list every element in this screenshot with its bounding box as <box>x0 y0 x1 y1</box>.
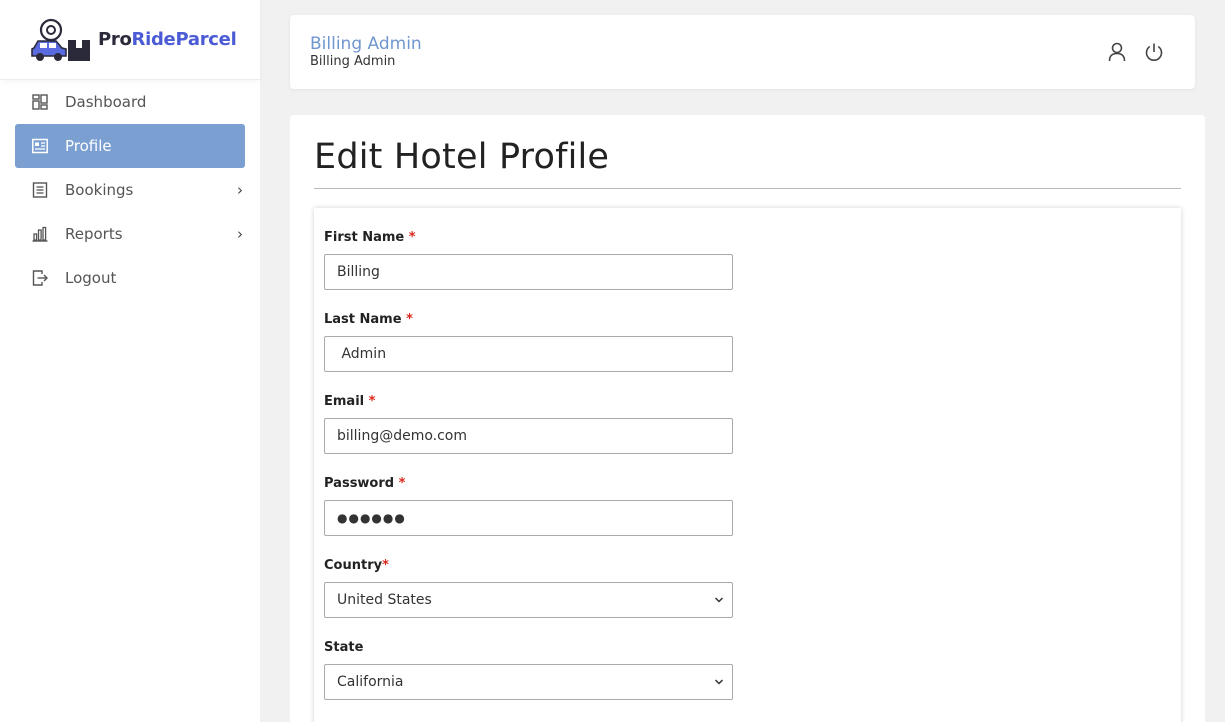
sidebar-item-label: Logout <box>65 269 117 287</box>
dashboard-icon <box>32 94 48 110</box>
first-name-group: First Name * <box>324 230 733 290</box>
sidebar-item-label: Dashboard <box>65 93 147 111</box>
bar-chart-icon <box>32 226 48 242</box>
chevron-down-icon <box>714 679 724 685</box>
main-card: Edit Hotel Profile First Name * Last Nam… <box>290 115 1205 722</box>
state-label-text: State <box>324 640 364 655</box>
profile-card-icon <box>32 138 48 154</box>
logo-icon <box>31 18 90 61</box>
sidebar-item-logout[interactable]: Logout <box>15 256 245 300</box>
last-name-label-text: Last Name <box>324 312 402 327</box>
chevron-right-icon: › <box>237 225 243 243</box>
last-name-group: Last Name * <box>324 312 733 372</box>
chevron-down-icon <box>714 597 724 603</box>
required-marker: * <box>368 394 376 409</box>
last-name-label: Last Name * <box>324 312 733 330</box>
email-group: Email * <box>324 394 733 454</box>
email-label: Email * <box>324 394 733 412</box>
brand-rideparcel: RideParcel <box>131 29 237 50</box>
list-icon <box>32 182 48 198</box>
sidebar-item-bookings[interactable]: Bookings › <box>15 168 245 212</box>
brand-pro: Pro <box>98 29 132 50</box>
divider <box>314 188 1181 189</box>
email-label-text: Email <box>324 394 365 409</box>
first-name-input[interactable] <box>324 254 733 290</box>
country-label-text: Country <box>324 558 383 573</box>
required-marker: * <box>398 476 406 491</box>
sidebar-item-label: Reports <box>65 225 123 243</box>
sidebar-item-dashboard[interactable]: Dashboard <box>15 80 245 124</box>
required-marker: * <box>382 558 389 573</box>
email-input[interactable] <box>324 418 733 454</box>
country-select-value: United States <box>337 592 432 608</box>
sidebar-item-profile[interactable]: Profile <box>15 124 245 168</box>
password-group: Password * ●●●●●● <box>324 476 733 536</box>
country-label: Country* <box>324 558 733 576</box>
first-name-label: First Name * <box>324 230 733 248</box>
password-label: Password * <box>324 476 733 494</box>
sidebar: ProRideParcel Dashboard Profile Bookings… <box>0 0 260 722</box>
state-group: State California <box>324 640 733 700</box>
header-subtitle: Billing Admin <box>310 54 396 69</box>
user-icon[interactable] <box>1106 41 1128 63</box>
state-label: State <box>324 640 733 658</box>
brand-name: ProRideParcel <box>98 29 237 50</box>
page-title: Edit Hotel Profile <box>314 137 610 177</box>
sidebar-item-label: Profile <box>65 137 112 155</box>
state-select[interactable]: California <box>324 664 733 700</box>
power-icon[interactable] <box>1143 41 1165 63</box>
top-header: Billing Admin Billing Admin <box>290 15 1195 89</box>
brand-logo[interactable]: ProRideParcel <box>0 0 260 80</box>
sidebar-item-label: Bookings <box>65 181 134 199</box>
profile-form: First Name * Last Name * Email * Passwor… <box>314 208 1181 722</box>
sidebar-item-reports[interactable]: Reports › <box>15 212 245 256</box>
country-group: Country* United States <box>324 558 733 618</box>
password-input[interactable]: ●●●●●● <box>324 500 733 536</box>
last-name-input[interactable] <box>324 336 733 372</box>
chevron-right-icon: › <box>237 181 243 199</box>
header-title: Billing Admin <box>310 34 422 54</box>
logout-icon <box>32 270 48 286</box>
required-marker: * <box>408 230 416 245</box>
first-name-label-text: First Name <box>324 230 405 245</box>
required-marker: * <box>406 312 413 327</box>
state-select-value: California <box>337 674 404 690</box>
password-label-text: Password <box>324 476 395 491</box>
country-select[interactable]: United States <box>324 582 733 618</box>
sidebar-nav: Dashboard Profile Bookings › Reports › L… <box>15 80 245 300</box>
